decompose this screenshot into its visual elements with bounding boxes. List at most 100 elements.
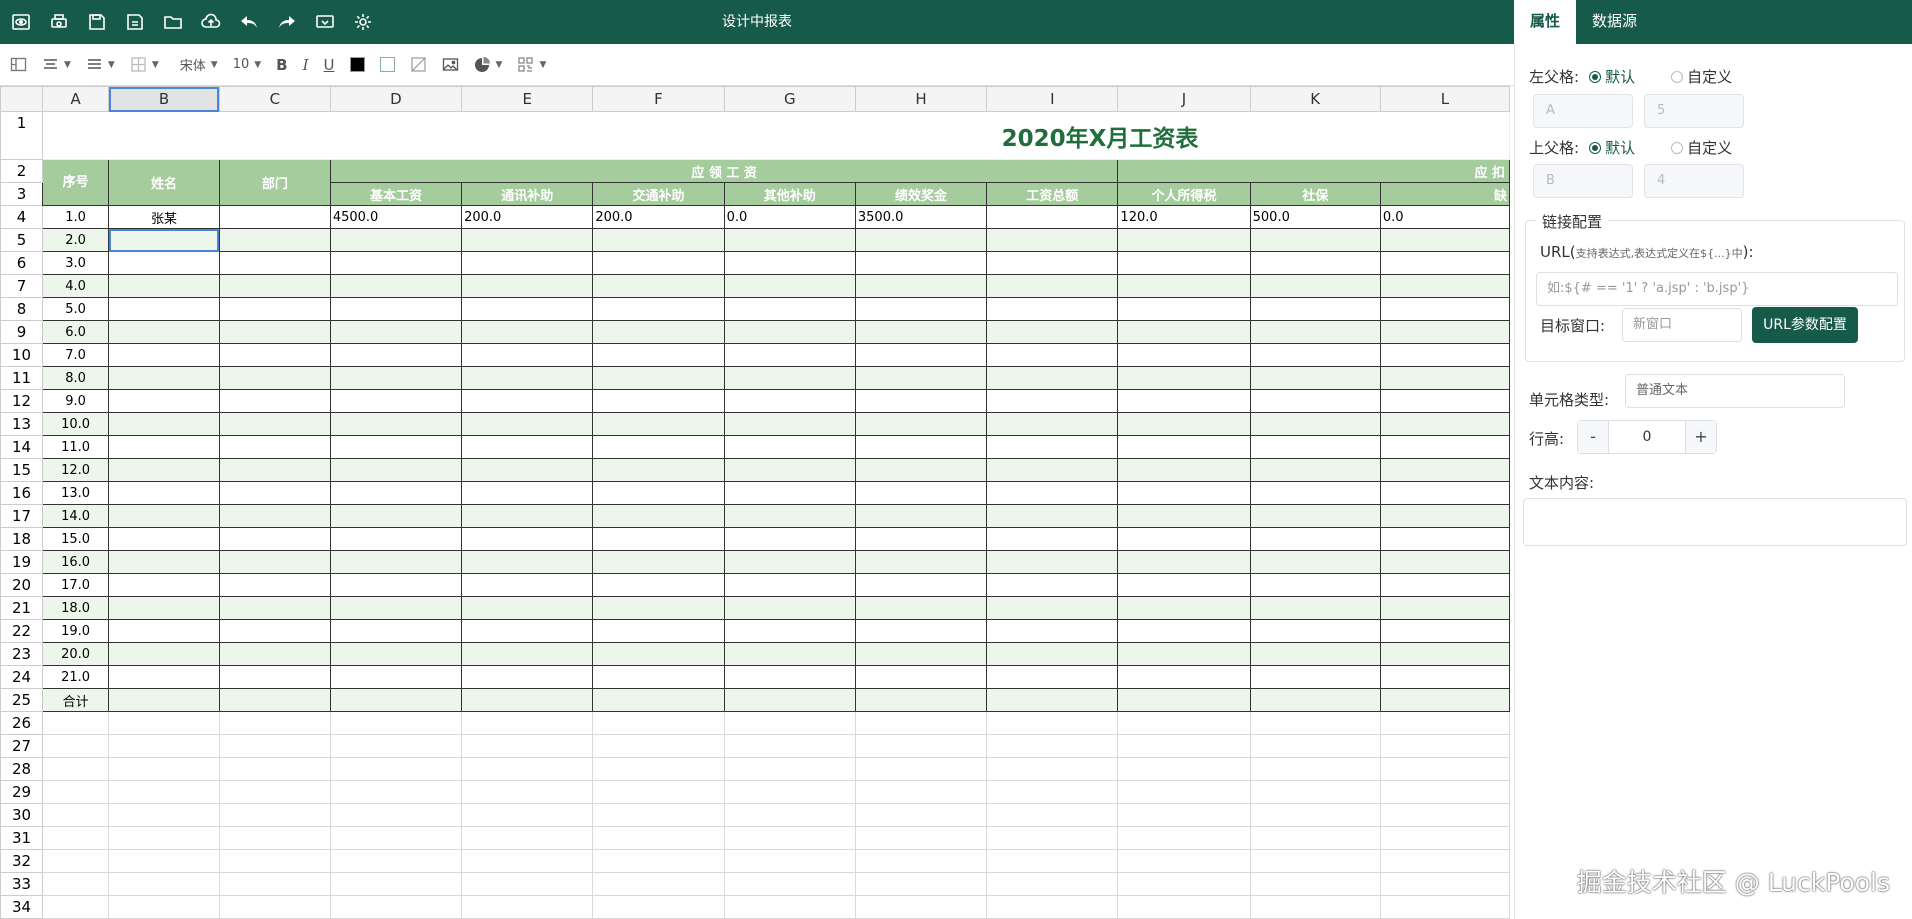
cell[interactable] [1249, 665, 1381, 689]
cell[interactable] [854, 366, 988, 390]
cell[interactable] [461, 596, 594, 620]
cell[interactable] [1379, 504, 1510, 528]
cell[interactable] [592, 389, 725, 413]
cell[interactable] [329, 734, 463, 758]
cell[interactable] [108, 711, 220, 735]
column-header-a[interactable]: A [42, 86, 110, 112]
decrement-button[interactable]: - [1578, 421, 1608, 453]
chart-icon[interactable]: ▼ [468, 50, 509, 80]
cell[interactable] [723, 596, 856, 620]
cell[interactable] [854, 481, 988, 505]
cell[interactable] [108, 389, 220, 413]
cell[interactable] [1117, 228, 1251, 252]
cell[interactable] [854, 435, 988, 459]
cell[interactable] [1379, 711, 1510, 735]
target-window-input[interactable]: 新窗口 [1622, 308, 1742, 342]
cell[interactable] [218, 619, 331, 643]
cell[interactable] [723, 711, 856, 735]
cell[interactable] [329, 504, 463, 528]
cell[interactable] [1117, 481, 1251, 505]
italic-button[interactable]: I [297, 50, 315, 80]
cell[interactable] [723, 872, 856, 896]
cell[interactable] [1249, 803, 1381, 827]
cell[interactable] [723, 343, 856, 367]
cell[interactable] [218, 274, 331, 298]
cell[interactable] [108, 665, 220, 689]
cell[interactable] [1249, 688, 1381, 712]
cell[interactable] [1379, 412, 1510, 436]
cell[interactable] [854, 573, 988, 597]
cell[interactable] [723, 504, 856, 528]
cell[interactable] [329, 849, 463, 873]
cell[interactable] [218, 251, 331, 275]
cell[interactable] [986, 251, 1119, 275]
cell-seq[interactable]: 17.0 [42, 573, 110, 597]
cell[interactable] [218, 895, 331, 919]
cell[interactable] [42, 803, 110, 827]
cell[interactable] [592, 757, 725, 781]
cell[interactable] [854, 780, 988, 804]
cell[interactable] [986, 757, 1119, 781]
cell[interactable] [723, 412, 856, 436]
cell[interactable] [986, 826, 1119, 850]
url-param-config-button[interactable]: URL参数配置 [1752, 307, 1858, 343]
cell[interactable] [108, 435, 220, 459]
cell[interactable] [329, 803, 463, 827]
cell[interactable] [592, 826, 725, 850]
cell[interactable] [42, 711, 110, 735]
image-icon[interactable] [436, 50, 465, 80]
cell[interactable] [1117, 458, 1251, 482]
tab-datasource[interactable]: 数据源 [1576, 0, 1653, 44]
cell[interactable] [1249, 872, 1381, 896]
cell[interactable] [592, 895, 725, 919]
cell[interactable] [1249, 366, 1381, 390]
cell[interactable] [723, 757, 856, 781]
cell[interactable] [723, 527, 856, 551]
cell[interactable] [1249, 573, 1381, 597]
row-header[interactable]: 28 [0, 757, 44, 781]
cell[interactable] [461, 251, 594, 275]
cell[interactable] [1379, 435, 1510, 459]
cell[interactable] [461, 504, 594, 528]
cell[interactable] [1379, 481, 1510, 505]
cell[interactable] [1249, 734, 1381, 758]
increment-button[interactable]: + [1686, 421, 1716, 453]
cell-value[interactable]: 200.0 [461, 205, 594, 229]
row-header[interactable]: 7 [0, 274, 44, 298]
cell[interactable] [592, 481, 725, 505]
cell[interactable] [108, 849, 220, 873]
cell[interactable] [1249, 895, 1381, 919]
sub-header[interactable]: 绩效奖金 [854, 182, 988, 206]
group-header-deduct[interactable]: 应 扣 [1117, 159, 1510, 183]
bold-button[interactable]: B [270, 50, 293, 80]
cell[interactable] [986, 274, 1119, 298]
cell[interactable] [1117, 688, 1251, 712]
cell[interactable] [1379, 320, 1510, 344]
cell[interactable] [723, 573, 856, 597]
cell[interactable] [1117, 872, 1251, 896]
cell[interactable] [218, 343, 331, 367]
cell[interactable] [1249, 527, 1381, 551]
cell[interactable] [218, 527, 331, 551]
cell-name[interactable]: 张某 [108, 205, 220, 229]
cell[interactable] [461, 366, 594, 390]
column-header-h[interactable]: H [854, 86, 988, 112]
cell[interactable] [723, 619, 856, 643]
cell[interactable] [723, 297, 856, 321]
cell[interactable] [461, 228, 594, 252]
cell[interactable] [218, 780, 331, 804]
cell[interactable] [1249, 849, 1381, 873]
cell[interactable] [986, 458, 1119, 482]
cell[interactable] [986, 481, 1119, 505]
cell[interactable] [1249, 504, 1381, 528]
cell[interactable] [986, 665, 1119, 689]
cell[interactable] [329, 619, 463, 643]
header-dept[interactable]: 部门 [218, 159, 331, 206]
cell[interactable] [329, 596, 463, 620]
row-header[interactable]: 10 [0, 343, 44, 367]
cell[interactable] [1379, 619, 1510, 643]
cell[interactable] [108, 343, 220, 367]
cell[interactable] [854, 389, 988, 413]
cell[interactable] [854, 734, 988, 758]
cell-seq[interactable]: 21.0 [42, 665, 110, 689]
